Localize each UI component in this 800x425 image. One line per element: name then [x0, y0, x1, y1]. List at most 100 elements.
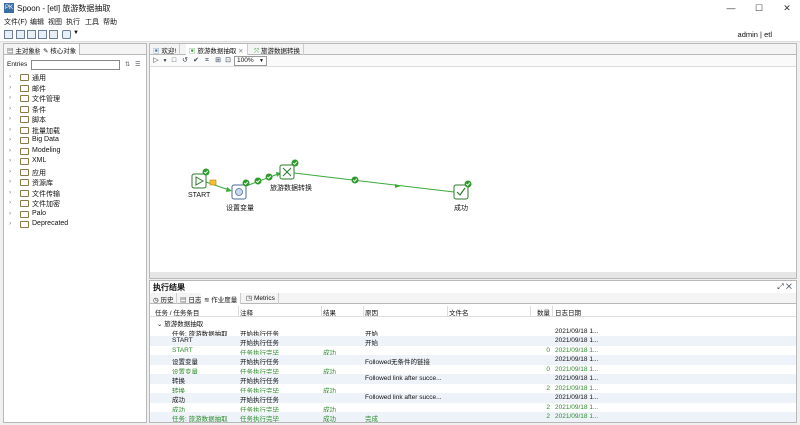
- hop-transform-success[interactable]: [293, 172, 455, 193]
- run-icon[interactable]: ▷: [152, 57, 160, 65]
- minimize-button[interactable]: —: [720, 1, 742, 15]
- save-as-icon[interactable]: [49, 30, 58, 39]
- table-row[interactable]: 任务: 旅游数据抽取 任务执行完毕 成功 完成 2 2021/09/18 1...: [150, 412, 796, 423]
- open-file-icon[interactable]: [16, 30, 25, 39]
- chevron-right-icon[interactable]: ›: [9, 189, 11, 196]
- chevron-right-icon[interactable]: ›: [9, 126, 11, 133]
- tab-job-extract[interactable]: ▣ 旅游数据抽取 ✕: [186, 44, 248, 55]
- expand-all-icon[interactable]: ⇅: [125, 61, 134, 69]
- folder-icon: [20, 137, 29, 144]
- menu-view[interactable]: 视图: [48, 17, 62, 27]
- explore-db-icon[interactable]: ⊞: [214, 57, 222, 65]
- chevron-right-icon[interactable]: ›: [9, 115, 11, 122]
- tree-item[interactable]: › 文件传输: [4, 188, 146, 199]
- hop-start-setvar[interactable]: [205, 181, 230, 191]
- table-row[interactable]: 转换 任务执行完毕 成功 2 2021/09/18 1...: [150, 384, 796, 395]
- tree-item[interactable]: › 邮件: [4, 83, 146, 94]
- entries-search-input[interactable]: [31, 60, 120, 70]
- table-row[interactable]: 成功 任务执行完毕 成功 2 2021/09/18 1...: [150, 403, 796, 414]
- run-options-chevron-icon[interactable]: ▼: [161, 57, 169, 65]
- table-row[interactable]: 设置变量 开始执行任务 Followed无条件的链接 2021/09/18 1...: [150, 355, 796, 366]
- column-header[interactable]: 文件名: [449, 307, 531, 317]
- chevron-right-icon[interactable]: ›: [9, 136, 11, 143]
- stop-icon[interactable]: □: [170, 57, 178, 65]
- menu-tools[interactable]: 工具: [85, 17, 99, 27]
- chevron-down-icon[interactable]: ▼: [73, 30, 79, 36]
- tab-history[interactable]: ◷ 历史: [150, 293, 178, 304]
- chevron-right-icon[interactable]: ›: [9, 73, 11, 80]
- chevron-right-icon[interactable]: ›: [9, 210, 11, 217]
- tree-item[interactable]: › 通用: [4, 72, 146, 83]
- close-button[interactable]: ✕: [776, 1, 798, 15]
- tab-main-tree[interactable]: ▤ 主对象树: [4, 44, 44, 55]
- chevron-right-icon[interactable]: ›: [9, 105, 11, 112]
- table-cell-date: 2021/09/18 1...: [555, 356, 599, 363]
- new-file-icon[interactable]: [4, 30, 13, 39]
- tab-core-objects[interactable]: ✎ 核心对象: [40, 44, 81, 55]
- column-header[interactable]: 原因: [365, 307, 448, 317]
- menu-file[interactable]: 文件(F): [4, 17, 27, 27]
- chevron-right-icon[interactable]: ›: [9, 157, 11, 164]
- chevron-right-icon[interactable]: ›: [9, 178, 11, 185]
- chevron-right-icon[interactable]: ›: [9, 94, 11, 101]
- column-header[interactable]: 数量: [532, 307, 550, 317]
- table-row[interactable]: 成功 开始执行任务 Followed link after succe... 2021…: [150, 393, 796, 404]
- table-row[interactable]: 转换 开始执行任务 Followed link after succe... 2021…: [150, 374, 796, 385]
- column-header[interactable]: 结果: [323, 307, 363, 317]
- check-icon[interactable]: ✔: [192, 57, 200, 65]
- layout-icon[interactable]: ⊡: [224, 57, 232, 65]
- collapse-all-icon[interactable]: ☰: [135, 61, 144, 69]
- tree-item[interactable]: › 条件: [4, 104, 146, 115]
- core-objects-tree: › 通用 › 邮件 › 文件管理 › 条件 › 脚本 › 批量加载 › Big Data › M…: [4, 72, 146, 230]
- zoom-select[interactable]: 100% ▼: [234, 56, 267, 66]
- table-row[interactable]: 任务: 旅游数据抽取 开始执行任务 开始 2021/09/18 1...: [150, 327, 796, 338]
- tree-item[interactable]: › 文件加密: [4, 198, 146, 209]
- table-row[interactable]: 设置变量 任务执行完毕 成功 0 2021/09/18 1...: [150, 365, 796, 376]
- table-row[interactable]: START 任务执行完毕 成功 0 2021/09/18 1...: [150, 346, 796, 357]
- tree-item[interactable]: › Modeling: [4, 146, 146, 157]
- chevron-right-icon[interactable]: ›: [9, 220, 11, 227]
- close-tab-icon[interactable]: ✕: [236, 48, 243, 55]
- tree-item[interactable]: › 脚本: [4, 114, 146, 125]
- tree-item[interactable]: › 资源库: [4, 177, 146, 188]
- tab-transform[interactable]: ⤧ 旅游数据转换: [251, 44, 305, 55]
- horizontal-scrollbar[interactable]: [150, 272, 796, 278]
- tab-job-metrics[interactable]: ≋ 作业度量: [201, 293, 242, 304]
- tab-welcome[interactable]: ▣ 欢迎!: [150, 44, 181, 55]
- table-row[interactable]: START 开始执行任务 开始 2021/09/18 1...: [150, 336, 796, 347]
- tree-item[interactable]: › 应用: [4, 167, 146, 178]
- tree-item[interactable]: › 批量加载: [4, 125, 146, 136]
- table-row[interactable]: ⌄ 旅游数据抽取: [150, 317, 796, 328]
- results-table: 任务 / 任务条目 注释 结果 原因 文件名 数量 日志日期 ⌄ 旅游数据抽取 …: [150, 306, 796, 423]
- job-canvas[interactable]: START 设置变量 旅游数据转换 成功: [150, 68, 796, 272]
- tree-item[interactable]: › Palo: [4, 209, 146, 220]
- tab-metrics[interactable]: ◳ Metrics: [243, 293, 279, 304]
- column-header[interactable]: 注释: [240, 307, 320, 317]
- tree-item[interactable]: › 文件管理: [4, 93, 146, 104]
- tree-item[interactable]: › Deprecated: [4, 219, 146, 230]
- layers-icon[interactable]: [62, 30, 71, 39]
- chevron-right-icon[interactable]: ›: [9, 147, 11, 154]
- job-graph: [191, 159, 472, 200]
- success-node[interactable]: [453, 184, 469, 200]
- save-icon[interactable]: [38, 30, 47, 39]
- table-cell-date: 2021/09/18 1...: [555, 346, 599, 354]
- popout-icon[interactable]: ⤢: [777, 282, 783, 291]
- tree-item[interactable]: › Big Data: [4, 135, 146, 146]
- chevron-right-icon[interactable]: ›: [9, 199, 11, 206]
- chevron-right-icon[interactable]: ›: [9, 84, 11, 91]
- user-info: admin | etl: [737, 30, 772, 39]
- close-panel-icon[interactable]: ✕: [786, 282, 792, 291]
- table-cell-date: 2021/09/18 1...: [555, 413, 599, 420]
- column-header[interactable]: 任务 / 任务条目: [155, 307, 237, 317]
- menu-run[interactable]: 执行: [66, 17, 80, 27]
- explore-repository-icon[interactable]: [27, 30, 36, 39]
- menu-edit[interactable]: 编辑: [30, 17, 44, 27]
- column-header[interactable]: 日志日期: [555, 307, 600, 317]
- replay-icon[interactable]: ↺: [181, 57, 189, 65]
- menu-help[interactable]: 帮助: [103, 17, 117, 27]
- maximize-button[interactable]: ☐: [748, 1, 770, 15]
- tree-item[interactable]: › XML: [4, 156, 146, 167]
- chevron-right-icon[interactable]: ›: [9, 168, 11, 175]
- sql-icon[interactable]: ⌗: [203, 57, 211, 65]
